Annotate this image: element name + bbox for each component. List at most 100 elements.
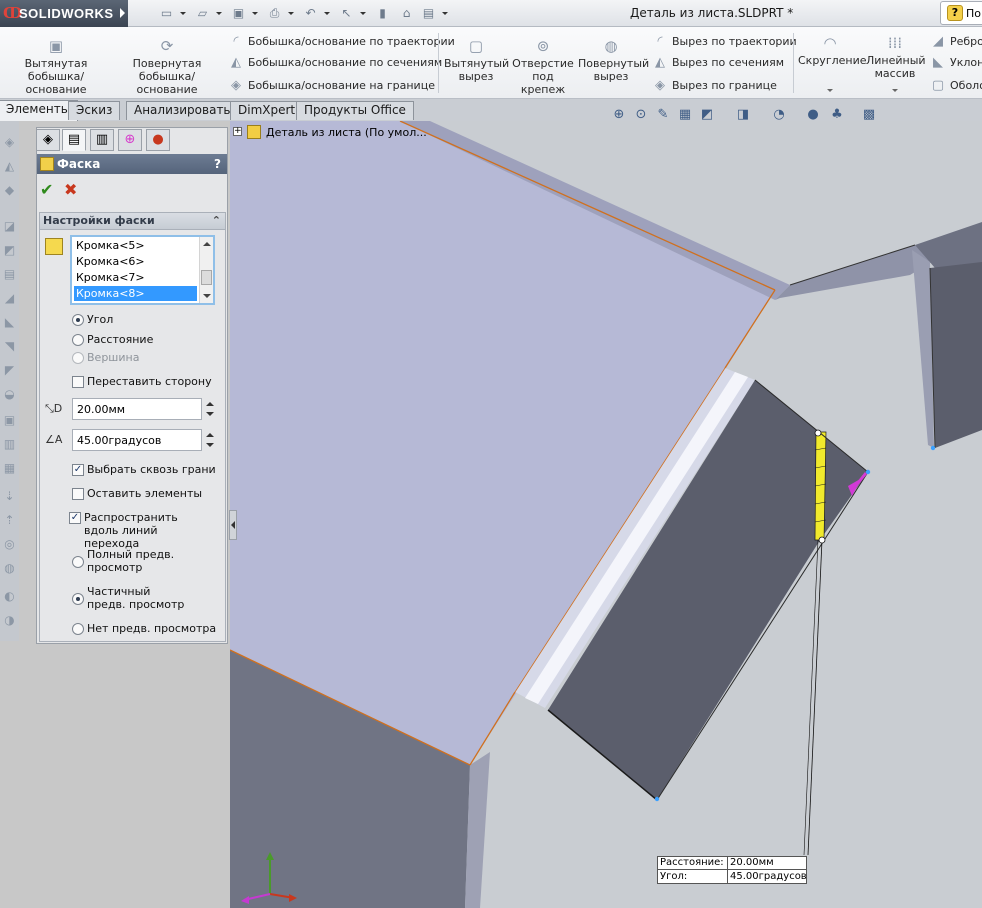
options-dropdown-icon[interactable] [442,12,448,15]
strip-tool-icon[interactable]: ◣ [2,315,17,330]
configuration-manager-tab-icon[interactable]: ▥ [90,129,114,151]
help-button[interactable]: ? [214,154,221,174]
radio-indicator[interactable] [72,334,84,346]
checkbox-box[interactable] [72,488,84,500]
display-style-icon[interactable]: ◨ [734,106,752,124]
distance-spinner[interactable] [203,398,217,420]
strip-tool-icon[interactable]: ◆ [2,183,17,198]
undo-dropdown-icon[interactable] [324,12,330,15]
angle-distance-radio[interactable]: Угол [72,313,113,329]
strip-tool-icon[interactable]: ◢ [2,291,17,306]
view-orientation-icon[interactable]: ◩ [698,106,716,124]
strip-tool-icon[interactable]: ◑ [2,613,17,628]
strip-tool-icon[interactable]: ▤ [2,267,17,282]
angle-input[interactable] [72,429,202,451]
zoom-to-area-icon[interactable]: ⊙ [632,106,650,124]
select-icon[interactable]: ↖ [338,5,355,21]
ok-button[interactable]: ✔ [40,182,53,198]
property-manager-tab-icon[interactable]: ▤ [62,129,86,151]
tab-office-products[interactable]: Продукты Office [296,101,414,120]
hole-wizard-button[interactable]: ⊚ Отверстие под крепеж [512,38,574,96]
scroll-down-icon[interactable] [203,294,211,298]
strip-tool-icon[interactable]: ▦ [2,461,17,476]
strip-tool-icon[interactable]: ◎ [2,537,17,552]
list-item[interactable]: Кромка<5> [74,238,197,253]
tab-dimxpert[interactable]: DimXpert [230,101,304,120]
list-item-selected[interactable]: Кромка<8> [74,286,197,301]
strip-tool-icon[interactable]: ▣ [2,413,17,428]
swept-cut-button[interactable]: ◜ Вырез по траектории [652,33,796,53]
hide-show-items-icon[interactable]: ◔ [770,106,788,124]
radio-indicator[interactable] [72,623,84,635]
print-icon[interactable]: ⎙ [266,5,283,21]
strip-tool-icon[interactable]: ⇣ [2,489,17,504]
rib-button[interactable]: ◢ Ребро [930,33,982,53]
radio-indicator[interactable] [72,556,84,568]
radio-indicator[interactable] [72,314,84,326]
scroll-up-icon[interactable] [203,242,211,246]
shell-button[interactable]: ▢ Оболо [930,77,982,97]
rebuild-icon[interactable]: ▮ [374,5,391,21]
zoom-to-fit-icon[interactable]: ⊕ [610,106,628,124]
strip-tool-icon[interactable]: ▥ [2,437,17,452]
save-dropdown-icon[interactable] [252,12,258,15]
scroll-thumb[interactable] [201,270,212,285]
partial-preview-radio[interactable]: Частичный предв. просмотр [72,585,192,611]
open-document-icon[interactable]: ▱ [194,5,211,21]
radio-indicator[interactable] [72,593,84,605]
boundary-cut-button[interactable]: ◈ Вырез по границе [652,77,777,97]
tree-root-label[interactable]: Деталь из листа (По умол... [266,126,427,139]
no-preview-radio[interactable]: Нет предв. просмотра [72,622,216,638]
linear-pattern-button[interactable]: ⁞⁞⁞ Линейный массив [866,35,926,80]
flip-direction-checkbox[interactable]: Переставить сторону [72,375,212,391]
draft-button[interactable]: ◣ Уклон [930,54,982,74]
edges-list[interactable]: Кромка<5> Кромка<6> Кромка<7> Кромка<8> [70,235,215,305]
pattern-dropdown-icon[interactable] [892,89,898,92]
tab-features[interactable]: Элементы [0,100,79,121]
list-item[interactable]: Кромка<7> [74,270,197,285]
strip-tool-icon[interactable]: ◒ [2,387,17,402]
strip-tool-icon[interactable]: ◪ [2,219,17,234]
lofted-boss-button[interactable]: ◭ Бобышка/основание по сечениям [228,54,442,74]
new-dropdown-icon[interactable] [180,12,186,15]
strip-tool-icon[interactable]: ◐ [2,589,17,604]
strip-tool-icon[interactable]: ◈ [2,135,17,150]
undo-icon[interactable]: ↶ [302,5,319,21]
distance-input[interactable] [72,398,202,420]
checkbox-box[interactable]: ✓ [72,464,84,476]
select-through-faces-checkbox[interactable]: ✓ Выбрать сквозь грани [72,463,216,479]
apply-scene-icon[interactable]: ♣ [828,106,846,124]
callout-distance-value[interactable]: 20.00мм [727,856,806,870]
revolved-boss-button[interactable]: ⟳ Повернутая бобышка/основание [112,38,222,96]
list-scrollbar[interactable] [199,237,213,303]
sheet-metal-part-view[interactable] [230,121,982,908]
expand-icon[interactable]: + [233,127,242,136]
strip-tool-icon[interactable]: ◩ [2,243,17,258]
keep-features-checkbox[interactable]: Оставить элементы [72,487,202,503]
fillet-button[interactable]: ◠ Скругление [798,35,867,67]
fillet-dropdown-icon[interactable] [827,89,833,92]
strip-tool-icon[interactable]: ◍ [2,561,17,576]
file-properties-icon[interactable]: ⌂ [398,5,415,21]
strip-tool-icon[interactable]: ◭ [2,159,17,174]
lofted-cut-button[interactable]: ◭ Вырез по сечениям [652,54,784,74]
cancel-button[interactable]: ✖ [64,182,77,198]
edit-appearance-icon[interactable]: ● [804,106,822,124]
checkbox-box[interactable] [72,376,84,388]
help-search-box[interactable]: ? По [940,1,982,25]
display-manager-tab-icon[interactable]: ● [146,129,170,151]
chamfer-callout[interactable]: Расстояние: 20.00мм Угол: 45.00градусов [657,856,807,884]
strip-tool-icon[interactable]: ⇡ [2,513,17,528]
print-dropdown-icon[interactable] [288,12,294,15]
tab-evaluate[interactable]: Анализировать [126,101,239,120]
graphics-area[interactable] [230,121,982,908]
previous-view-icon[interactable]: ✎ [654,106,672,124]
open-dropdown-icon[interactable] [216,12,222,15]
options-icon[interactable]: ▤ [420,5,437,21]
distance-distance-radio[interactable]: Расстояние [72,333,153,349]
revolved-cut-button[interactable]: ◍ Повернутый вырез [578,38,649,83]
dimxpert-manager-tab-icon[interactable]: ⊕ [118,129,142,151]
callout-angle-value[interactable]: 45.00градусов [727,870,807,884]
feature-manager-tab-icon[interactable]: ◈ [36,129,60,151]
tab-sketch[interactable]: Эскиз [68,101,121,120]
